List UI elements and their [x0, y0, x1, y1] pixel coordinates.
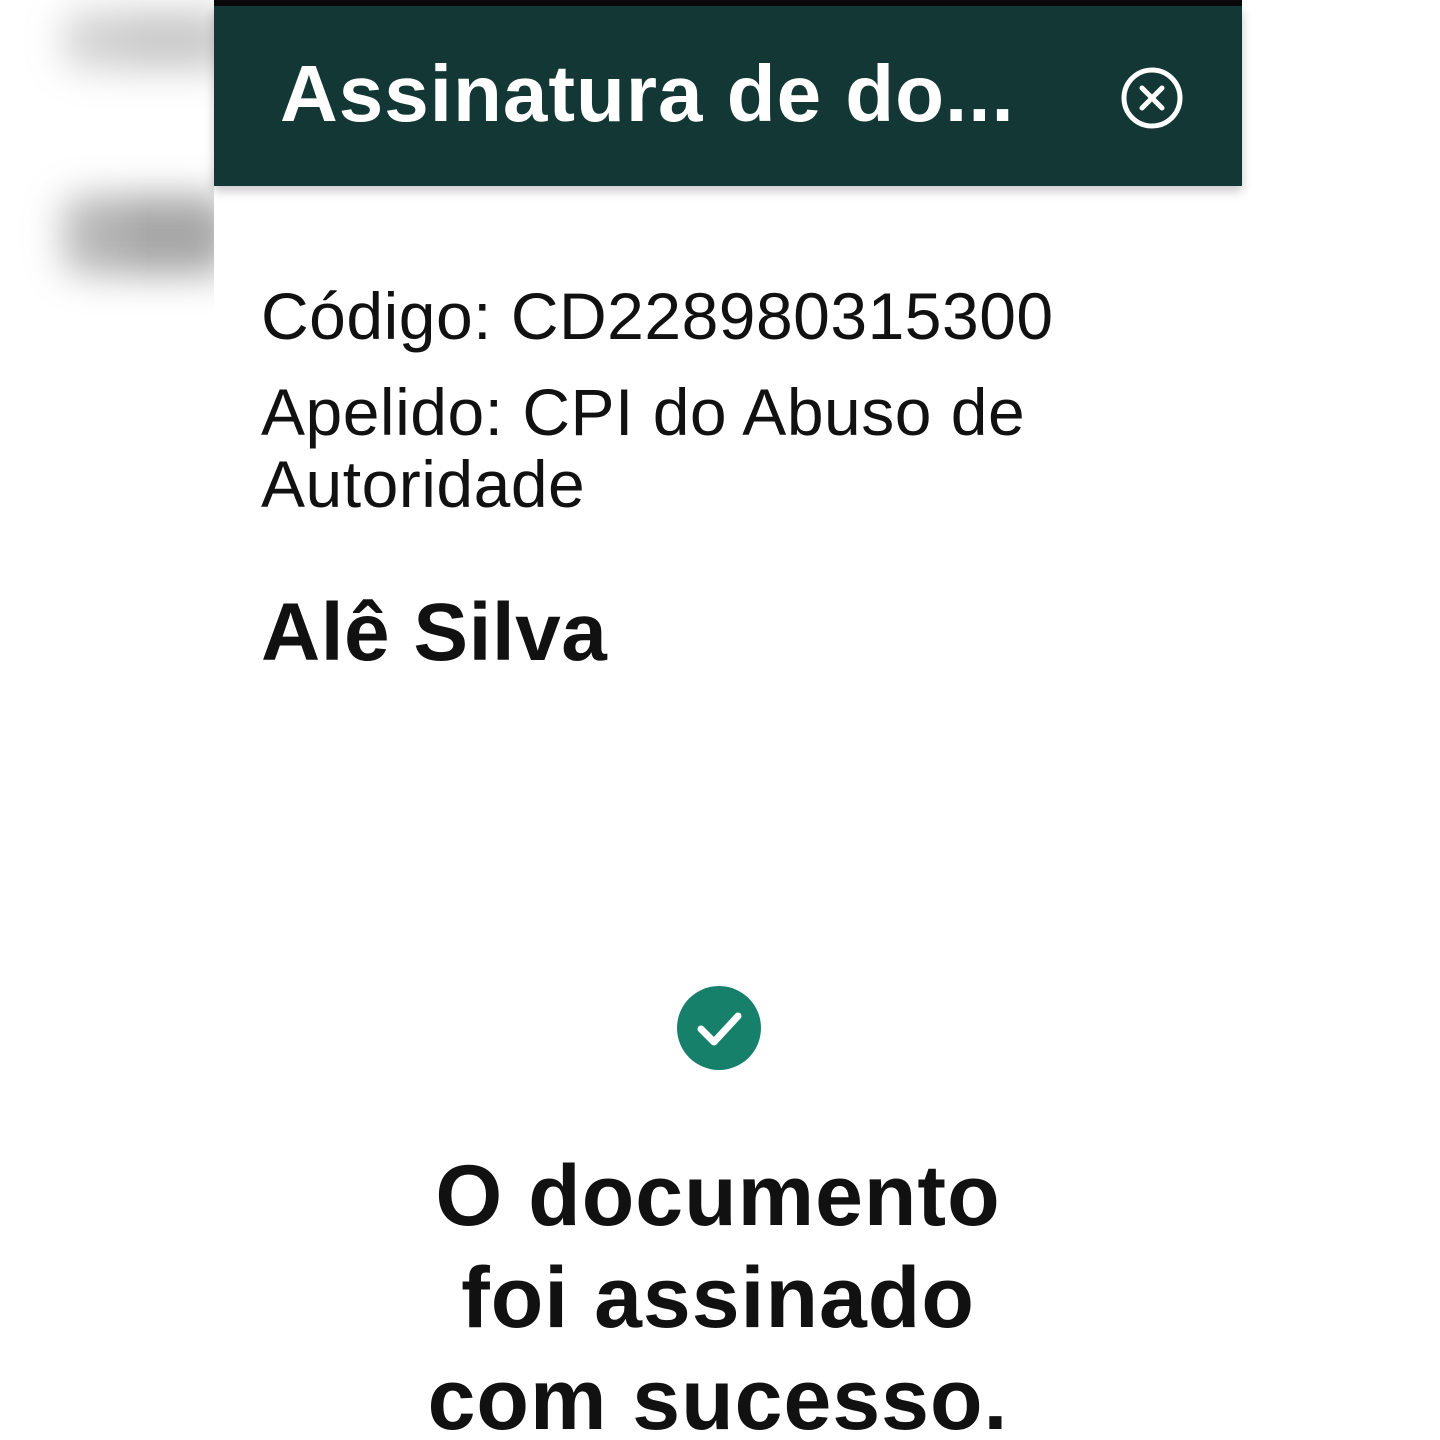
document-nickname: Apelido: CPI do Abuso de Autoridade	[261, 375, 1026, 521]
screen: Assinatura de do... Código: CD2289803153…	[0, 0, 1440, 1440]
success-message: O documento foi assinado com sucesso.	[427, 1148, 1009, 1440]
background-fade	[0, 0, 212, 360]
check-circle-icon	[677, 986, 761, 1070]
dialog-title: Assinatura de do...	[280, 49, 1015, 138]
signature-dialog: Assinatura de do... Código: CD2289803153…	[214, 0, 1242, 1440]
signer-name: Alê Silva	[261, 587, 608, 678]
document-info: Código: CD228980315300 Apelido: CPI do A…	[261, 280, 1161, 678]
close-circle-icon[interactable]	[1120, 66, 1184, 130]
dialog-header: Assinatura de do...	[214, 6, 1242, 186]
document-code: Código: CD228980315300	[261, 279, 1054, 353]
success-message-container: O documento foi assinado com sucesso.	[214, 1145, 1222, 1440]
